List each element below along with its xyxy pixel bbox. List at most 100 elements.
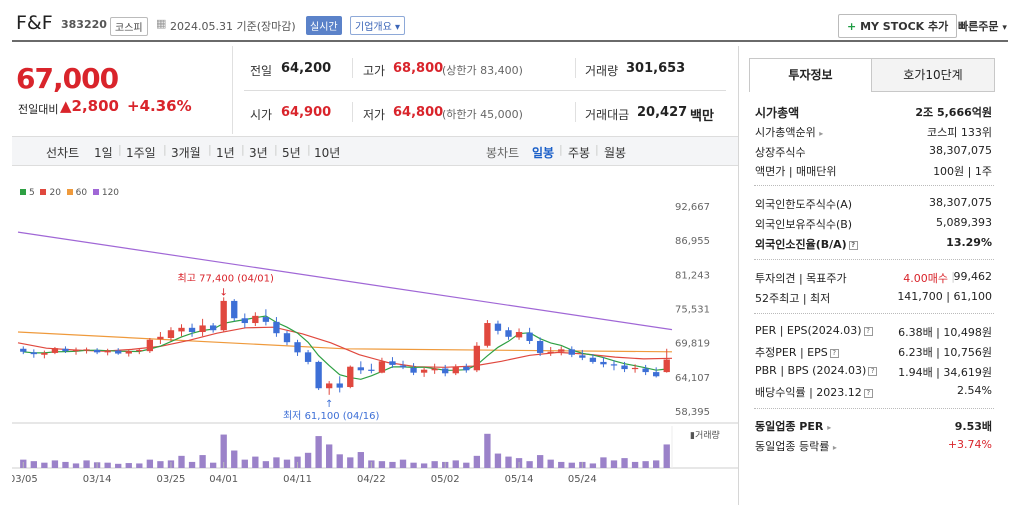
market-cap-value: 2조 5,666억원 xyxy=(915,106,992,119)
sector-per-link[interactable]: 동일업종 PER ▸ xyxy=(755,418,831,434)
volume-bar xyxy=(631,461,639,468)
company-overview-button[interactable]: 기업개요 ▾ xyxy=(350,16,406,35)
tab-separator: | xyxy=(163,143,167,156)
foreign-ratio-label: 외국인소진율(B/A)? xyxy=(755,236,858,252)
y-tick-label: 64,107 xyxy=(675,373,710,384)
est-per-label: 추정PER | EPS? xyxy=(755,344,839,360)
volume-bar xyxy=(536,455,544,468)
listed-shares-value: 38,307,075 xyxy=(929,144,992,157)
sector-rate-label: 동일업종 등락률 xyxy=(755,440,830,453)
tab-1day[interactable]: 1일 xyxy=(94,144,113,161)
volume-bar xyxy=(273,457,280,468)
ma20-line xyxy=(17,326,673,368)
dividend-label: 배당수익률 | 2023.12? xyxy=(755,384,873,400)
candle-body xyxy=(389,361,396,365)
market-badge: 코스피 xyxy=(110,17,148,36)
opinion-value: 4.00매수 xyxy=(903,272,948,285)
price-chart[interactable]: 92,667 86,955 81,243 75,531 69,819 64,107 58,3… xyxy=(12,166,738,506)
tab-investment-info[interactable]: 투자정보 xyxy=(749,58,872,92)
help-icon[interactable]: ? xyxy=(848,240,858,250)
candle-body xyxy=(579,355,586,358)
candle-body xyxy=(653,372,660,377)
market-cap-rank-link[interactable]: 시가총액순위 ▸ xyxy=(755,124,823,140)
volume-bar xyxy=(336,454,343,468)
candle-body xyxy=(315,361,322,389)
market-cap-rank-value: 코스피 133위 xyxy=(927,126,992,139)
volume-bar xyxy=(199,455,206,468)
tab-1week[interactable]: 1주일 xyxy=(126,144,156,161)
stat-divider xyxy=(575,58,576,78)
volume-bar xyxy=(315,436,322,468)
quick-order-button[interactable]: 빠른주문 ▾ xyxy=(958,18,1007,34)
volume-bar xyxy=(157,461,164,468)
candle-body xyxy=(368,369,375,371)
help-icon[interactable]: ? xyxy=(863,388,873,398)
candle-body xyxy=(157,336,164,340)
prev-close-label: 전일 xyxy=(250,64,273,78)
tab-orderbook[interactable]: 호가10단계 xyxy=(871,58,995,92)
help-icon[interactable]: ? xyxy=(829,348,839,358)
tab-3year[interactable]: 3년 xyxy=(249,144,268,161)
sector-per-label: 동일업종 PER xyxy=(755,420,824,433)
tab-separator: | xyxy=(241,143,245,156)
candle-body xyxy=(51,348,59,353)
volume-value: 301,653 xyxy=(626,61,686,76)
help-icon[interactable]: ? xyxy=(868,366,878,376)
high-label: 고가 xyxy=(363,64,386,78)
candle-body xyxy=(536,340,544,353)
tab-separator: | xyxy=(307,143,311,156)
tab-5year[interactable]: 5년 xyxy=(282,144,301,161)
candle-body xyxy=(526,332,533,341)
tab-monthly[interactable]: 월봉 xyxy=(604,144,626,161)
stat-divider xyxy=(352,58,353,78)
tab-underline xyxy=(872,91,995,92)
plus-icon: + xyxy=(847,20,857,33)
candle-body xyxy=(241,318,248,324)
chevron-right-icon: ▸ xyxy=(819,129,824,138)
volume-bar xyxy=(526,461,533,468)
tab-10year[interactable]: 10년 xyxy=(314,144,340,161)
sector-rate-link[interactable]: 동일업종 등락률 ▸ xyxy=(755,438,837,454)
candle-body xyxy=(452,366,459,374)
tab-candle-chart[interactable]: 봉차트 xyxy=(486,144,519,161)
candle-body xyxy=(642,368,649,373)
volume-bar xyxy=(473,455,481,468)
candle-body xyxy=(262,317,270,322)
tab-daily[interactable]: 일봉 xyxy=(532,144,554,161)
volume-bar xyxy=(51,460,59,468)
x-tick-label: 04/01 xyxy=(209,474,238,485)
change-percent: +4.36% xyxy=(127,97,192,115)
tab-line-chart[interactable]: 선차트 xyxy=(46,144,79,161)
volume-bar xyxy=(621,458,628,468)
add-my-stock-label: MY STOCK 추가 xyxy=(860,20,949,33)
candle-body xyxy=(30,352,37,355)
tab-3month[interactable]: 3개월 xyxy=(171,144,201,161)
volume-bar xyxy=(653,460,660,468)
change-value: ▲2,800 xyxy=(60,97,119,115)
candle-body xyxy=(347,366,354,388)
tab-separator: | xyxy=(208,143,212,156)
candle-body xyxy=(515,332,523,338)
tab-1year[interactable]: 1년 xyxy=(216,144,235,161)
header-divider xyxy=(12,40,1008,42)
max-annotation: 최고 77,400 (04/01) xyxy=(178,272,274,284)
volume-bar xyxy=(30,461,37,468)
tab-weekly[interactable]: 주봉 xyxy=(568,144,590,161)
quote-date: 2024.05.31 기준(장마감) xyxy=(170,20,296,33)
help-icon[interactable]: ? xyxy=(863,326,873,336)
tab-separator: | xyxy=(118,143,122,156)
candle-body xyxy=(231,300,238,319)
quick-order-label: 빠른주문 xyxy=(958,20,999,33)
volume-bar xyxy=(304,452,312,468)
x-tick-label: 05/14 xyxy=(505,474,534,485)
per-label: PER | EPS(2024.03)? xyxy=(755,324,873,337)
dividend-value: 2.54% xyxy=(957,384,992,397)
arrow-down-icon: ↓ xyxy=(219,287,227,298)
candle-body xyxy=(663,359,670,373)
candle-body xyxy=(252,315,259,324)
realtime-badge[interactable]: 실시간 xyxy=(306,16,342,35)
opinion-label: 투자의견 | 목표주가 xyxy=(755,272,847,285)
volume-bar xyxy=(663,444,670,468)
candle-body xyxy=(83,349,90,351)
add-my-stock-button[interactable]: + MY STOCK 추가 xyxy=(838,14,958,38)
